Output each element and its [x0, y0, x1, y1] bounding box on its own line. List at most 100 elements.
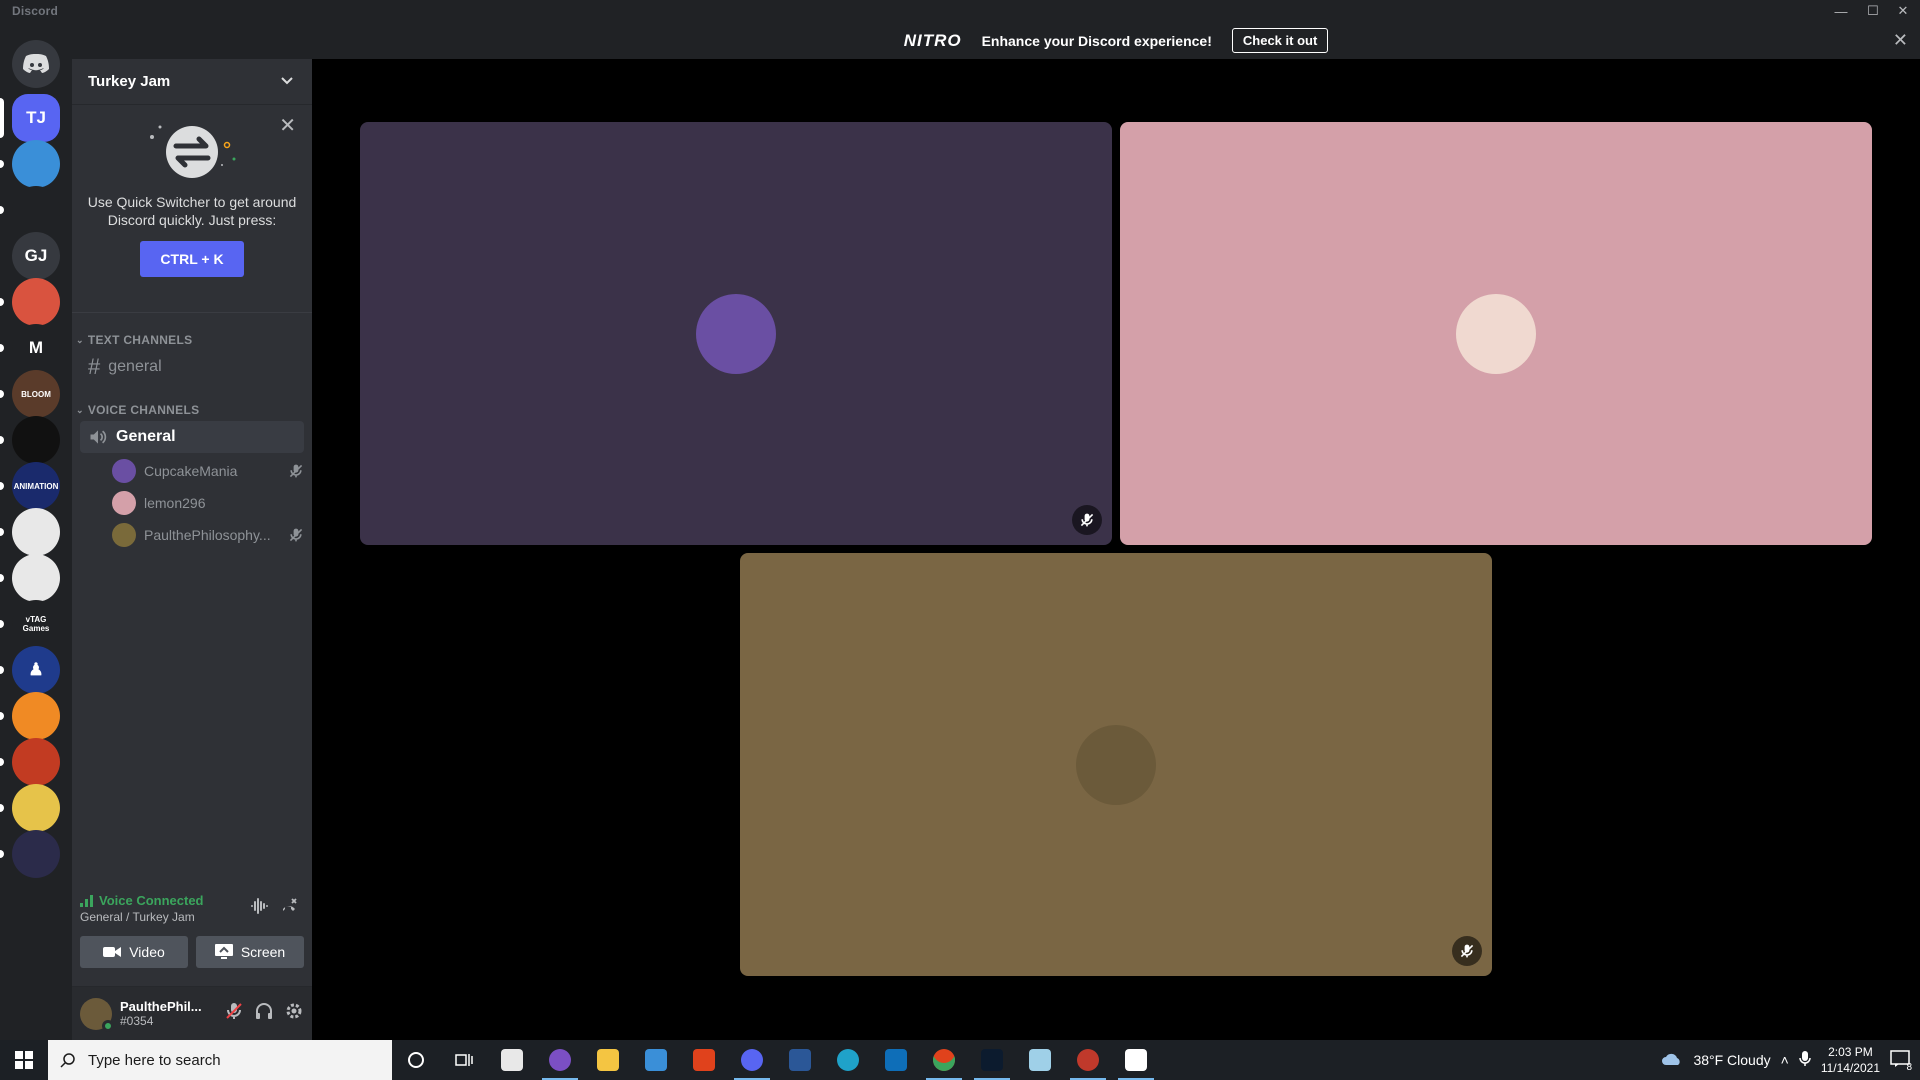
word-icon[interactable]	[776, 1040, 824, 1080]
disconnect-icon[interactable]	[280, 897, 298, 920]
voice-user-list: CupcakeMania lemon296 PaulthePhilosophy...	[72, 455, 312, 551]
chevron-down-icon: ⌄	[76, 334, 84, 345]
clock-time: 2:03 PM	[1828, 1045, 1873, 1059]
unread-indicator	[0, 298, 4, 306]
server-icon-server-red-badge[interactable]	[12, 278, 60, 326]
check-it-out-button[interactable]: Check it out	[1231, 28, 1329, 53]
server-icon-server-vtag[interactable]: vTAG Games	[12, 600, 60, 648]
unread-indicator	[0, 758, 4, 766]
nitro-text: Enhance your Discord experience!	[981, 32, 1212, 49]
server-icon-server-studio-2[interactable]	[12, 554, 60, 602]
server-icon-server-m[interactable]: M	[12, 324, 60, 372]
voice-channels-category[interactable]: ⌄ VOICE CHANNELS	[72, 401, 312, 419]
server-icon-home[interactable]	[12, 40, 60, 88]
avatar	[112, 491, 136, 515]
file-explorer-icon[interactable]	[584, 1040, 632, 1080]
edge-icon[interactable]	[824, 1040, 872, 1080]
voice-channel-general[interactable]: General	[80, 421, 304, 453]
participant-tile-paulthephilosophy[interactable]	[740, 553, 1492, 976]
chrome-icon[interactable]	[920, 1040, 968, 1080]
noise-suppression-icon[interactable]	[250, 897, 268, 920]
github-icon[interactable]	[536, 1040, 584, 1080]
server-icon-server-pixel[interactable]	[12, 830, 60, 878]
close-window-button[interactable]: ✕	[1888, 0, 1918, 22]
taskbar-search[interactable]: Type here to search	[48, 1040, 392, 1080]
server-icon-server-fire[interactable]	[12, 692, 60, 740]
unread-indicator	[0, 712, 4, 720]
chevron-down-icon: ⌄	[76, 404, 84, 415]
notepad-icon[interactable]	[1016, 1040, 1064, 1080]
voice-user-item[interactable]: PaulthePhilosophy...	[112, 519, 304, 551]
unread-indicator	[0, 436, 4, 444]
avatar[interactable]	[80, 997, 114, 1032]
mute-microphone-icon[interactable]	[224, 1001, 244, 1026]
cortana-icon[interactable]	[392, 1040, 440, 1080]
muted-microphone-icon	[288, 463, 304, 479]
unread-indicator	[0, 160, 4, 168]
server-icon-server-controller[interactable]	[12, 186, 60, 234]
quick-switcher-tip: ✕ Use Quick Switcher to get around Disco…	[72, 105, 312, 313]
selected-indicator	[0, 98, 4, 138]
unread-indicator	[0, 804, 4, 812]
participant-tile-lemon296[interactable]	[1120, 122, 1872, 545]
search-placeholder: Type here to search	[88, 1051, 221, 1069]
mail-icon[interactable]	[632, 1040, 680, 1080]
server-icon-turkey-jam[interactable]: TJ	[12, 94, 60, 142]
unity-icon[interactable]	[1112, 1040, 1160, 1080]
category-label: VOICE CHANNELS	[87, 403, 200, 417]
channel-general[interactable]: # general	[80, 351, 304, 383]
minimize-button[interactable]: —	[1826, 0, 1856, 22]
server-header[interactable]: Turkey Jam	[72, 59, 312, 105]
maximize-button[interactable]: ☐	[1858, 0, 1888, 22]
server-icon-server-blue-character[interactable]	[12, 140, 60, 188]
voice-user-item[interactable]: CupcakeMania	[112, 455, 304, 487]
window-titlebar: Discord — ☐ ✕	[0, 0, 1920, 22]
headphones-icon[interactable]	[254, 1001, 274, 1026]
discord-icon[interactable]	[728, 1040, 776, 1080]
close-icon[interactable]: ✕	[279, 113, 296, 138]
terminal-icon[interactable]	[968, 1040, 1016, 1080]
voice-user-item[interactable]: lemon296	[112, 487, 304, 519]
server-icon-server-red-logo[interactable]	[12, 738, 60, 786]
notification-count: 8	[1906, 1061, 1912, 1073]
notification-icon[interactable]: 8	[1890, 1049, 1912, 1073]
weather-text[interactable]: 38°F Cloudy	[1693, 1052, 1770, 1068]
gear-icon[interactable]	[284, 1001, 304, 1026]
text-channels-category[interactable]: ⌄ TEXT CHANNELS	[72, 331, 312, 349]
server-name: Turkey Jam	[88, 73, 171, 90]
user-info[interactable]: PaulthePhil... #0354	[120, 999, 202, 1029]
muted-microphone-icon	[288, 527, 304, 543]
server-icon-server-animation[interactable]: ANIMATION	[12, 462, 60, 510]
media-player-icon[interactable]	[1064, 1040, 1112, 1080]
avatar	[1076, 724, 1156, 805]
task-view-icon[interactable]	[440, 1040, 488, 1080]
discord-logo-icon	[23, 54, 49, 73]
online-status-icon	[102, 1019, 114, 1032]
server-icon-server-studio-1[interactable]	[12, 508, 60, 556]
chevron-up-icon[interactable]: ˄	[1781, 1052, 1789, 1068]
server-icon-server-bloom[interactable]: BLOOM	[12, 370, 60, 418]
server-icon-server-chess[interactable]: ♟	[12, 646, 60, 694]
participant-tile-cupcakemania[interactable]	[360, 122, 1112, 545]
user-tag: #0354	[120, 1013, 154, 1028]
vscode-icon[interactable]	[872, 1040, 920, 1080]
office-icon[interactable]	[680, 1040, 728, 1080]
screen-share-button[interactable]: Screen	[196, 936, 304, 968]
unread-indicator	[0, 206, 4, 214]
clock[interactable]: 2:03 PM 11/14/2021	[1821, 1044, 1880, 1076]
windows-start-icon[interactable]	[0, 1040, 48, 1080]
server-icon-server-yellow[interactable]	[12, 784, 60, 832]
server-icon-server-colorful[interactable]	[12, 416, 60, 464]
video-button[interactable]: Video	[80, 936, 188, 968]
microphone-icon[interactable]	[1799, 1050, 1811, 1070]
avatar	[112, 459, 136, 483]
banner-close-icon[interactable]: ✕	[1893, 30, 1908, 51]
server-icon-server-gj[interactable]: GJ	[12, 232, 60, 280]
unread-indicator	[0, 482, 4, 490]
camera-icon	[103, 947, 122, 957]
ctrl-k-button[interactable]: CTRL + K	[140, 241, 244, 277]
unread-indicator	[0, 850, 4, 858]
server-initials: vTAG Games	[22, 615, 50, 633]
screen-share-icon	[214, 944, 233, 959]
store-icon[interactable]	[488, 1040, 536, 1080]
